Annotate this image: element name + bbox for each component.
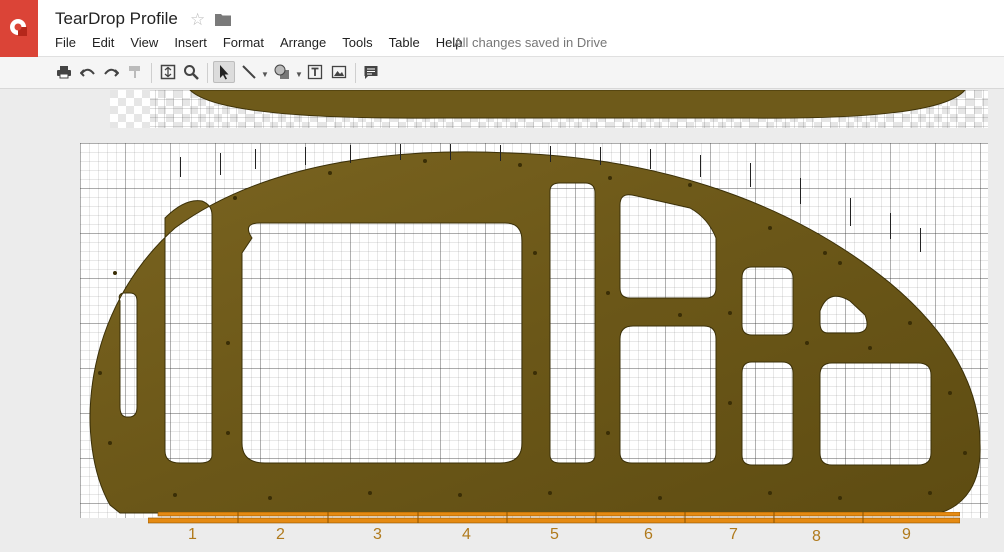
shape-button[interactable] [271, 61, 293, 83]
folder-icon[interactable] [215, 13, 231, 26]
zoom-fit-icon [160, 64, 176, 80]
zoom-icon [184, 65, 199, 80]
comment-icon [364, 66, 378, 79]
ruler-label: 6 [644, 526, 653, 543]
redo-icon [104, 68, 119, 77]
star-icon[interactable]: ☆ [190, 10, 205, 30]
shape-dropdown-icon[interactable]: ▼ [295, 70, 303, 79]
paint-format-button[interactable] [124, 61, 146, 83]
paint-format-icon [129, 66, 140, 78]
shape-icon [274, 64, 289, 79]
drawing-app: TearDrop Profile ☆ File Edit View Insert… [0, 0, 1004, 552]
ruler-label: 2 [276, 526, 285, 543]
toolbar-separator [355, 63, 356, 83]
ruler-label: 7 [729, 526, 738, 543]
header: TearDrop Profile ☆ File Edit View Insert… [0, 0, 1004, 57]
undo-icon [80, 68, 95, 77]
comment-button[interactable] [360, 61, 382, 83]
teardrop-template-sheet[interactable] [80, 143, 988, 518]
drawing-canvas[interactable]: 1 2 3 4 5 6 7 8 9 [0, 90, 1004, 552]
text-box-button[interactable] [304, 61, 326, 83]
upper-template-sheet[interactable] [110, 90, 988, 128]
line-button[interactable] [238, 61, 260, 83]
menu-arrange[interactable]: Arrange [272, 35, 334, 51]
image-button[interactable] [328, 61, 350, 83]
ruler-label: 9 [902, 526, 911, 543]
menu-bar: File Edit View Insert Format Arrange Too… [47, 35, 470, 51]
print-button[interactable] [53, 61, 75, 83]
save-status[interactable]: All changes saved in Drive [454, 35, 607, 51]
ruler-label: 4 [462, 526, 471, 543]
toolbar-separator [151, 63, 152, 83]
line-icon [242, 65, 256, 79]
redo-button[interactable] [100, 61, 122, 83]
upper-sheet-drawing [110, 90, 988, 128]
zoom-fit-button[interactable] [157, 61, 179, 83]
select-icon [220, 65, 229, 80]
image-icon [331, 65, 347, 79]
ruler-label: 1 [188, 526, 197, 543]
menu-file[interactable]: File [47, 35, 84, 51]
menu-tools[interactable]: Tools [334, 35, 380, 51]
menu-format[interactable]: Format [215, 35, 272, 51]
ruler-strip: 1 2 3 4 5 6 7 8 9 [148, 512, 960, 552]
zoom-button[interactable] [180, 61, 202, 83]
line-dropdown-icon[interactable]: ▼ [261, 70, 269, 79]
ruler-bar [148, 512, 960, 524]
ruler-label: 5 [550, 526, 559, 543]
teardrop-profile-drawing [80, 143, 988, 518]
ruler-label: 8 [812, 528, 821, 545]
toolbar: ▼ ▼ [0, 57, 1004, 89]
menu-view[interactable]: View [122, 35, 166, 51]
document-title[interactable]: TearDrop Profile [55, 9, 178, 29]
select-button[interactable] [213, 61, 235, 83]
drawings-logo[interactable] [0, 0, 38, 57]
print-icon [57, 66, 71, 79]
menu-insert[interactable]: Insert [166, 35, 215, 51]
toolbar-separator [207, 63, 208, 83]
menu-edit[interactable]: Edit [84, 35, 122, 51]
undo-button[interactable] [77, 61, 99, 83]
menu-table[interactable]: Table [381, 35, 428, 51]
drawings-logo-icon [10, 19, 27, 36]
text-box-icon [307, 64, 323, 80]
ruler-label: 3 [373, 526, 382, 543]
